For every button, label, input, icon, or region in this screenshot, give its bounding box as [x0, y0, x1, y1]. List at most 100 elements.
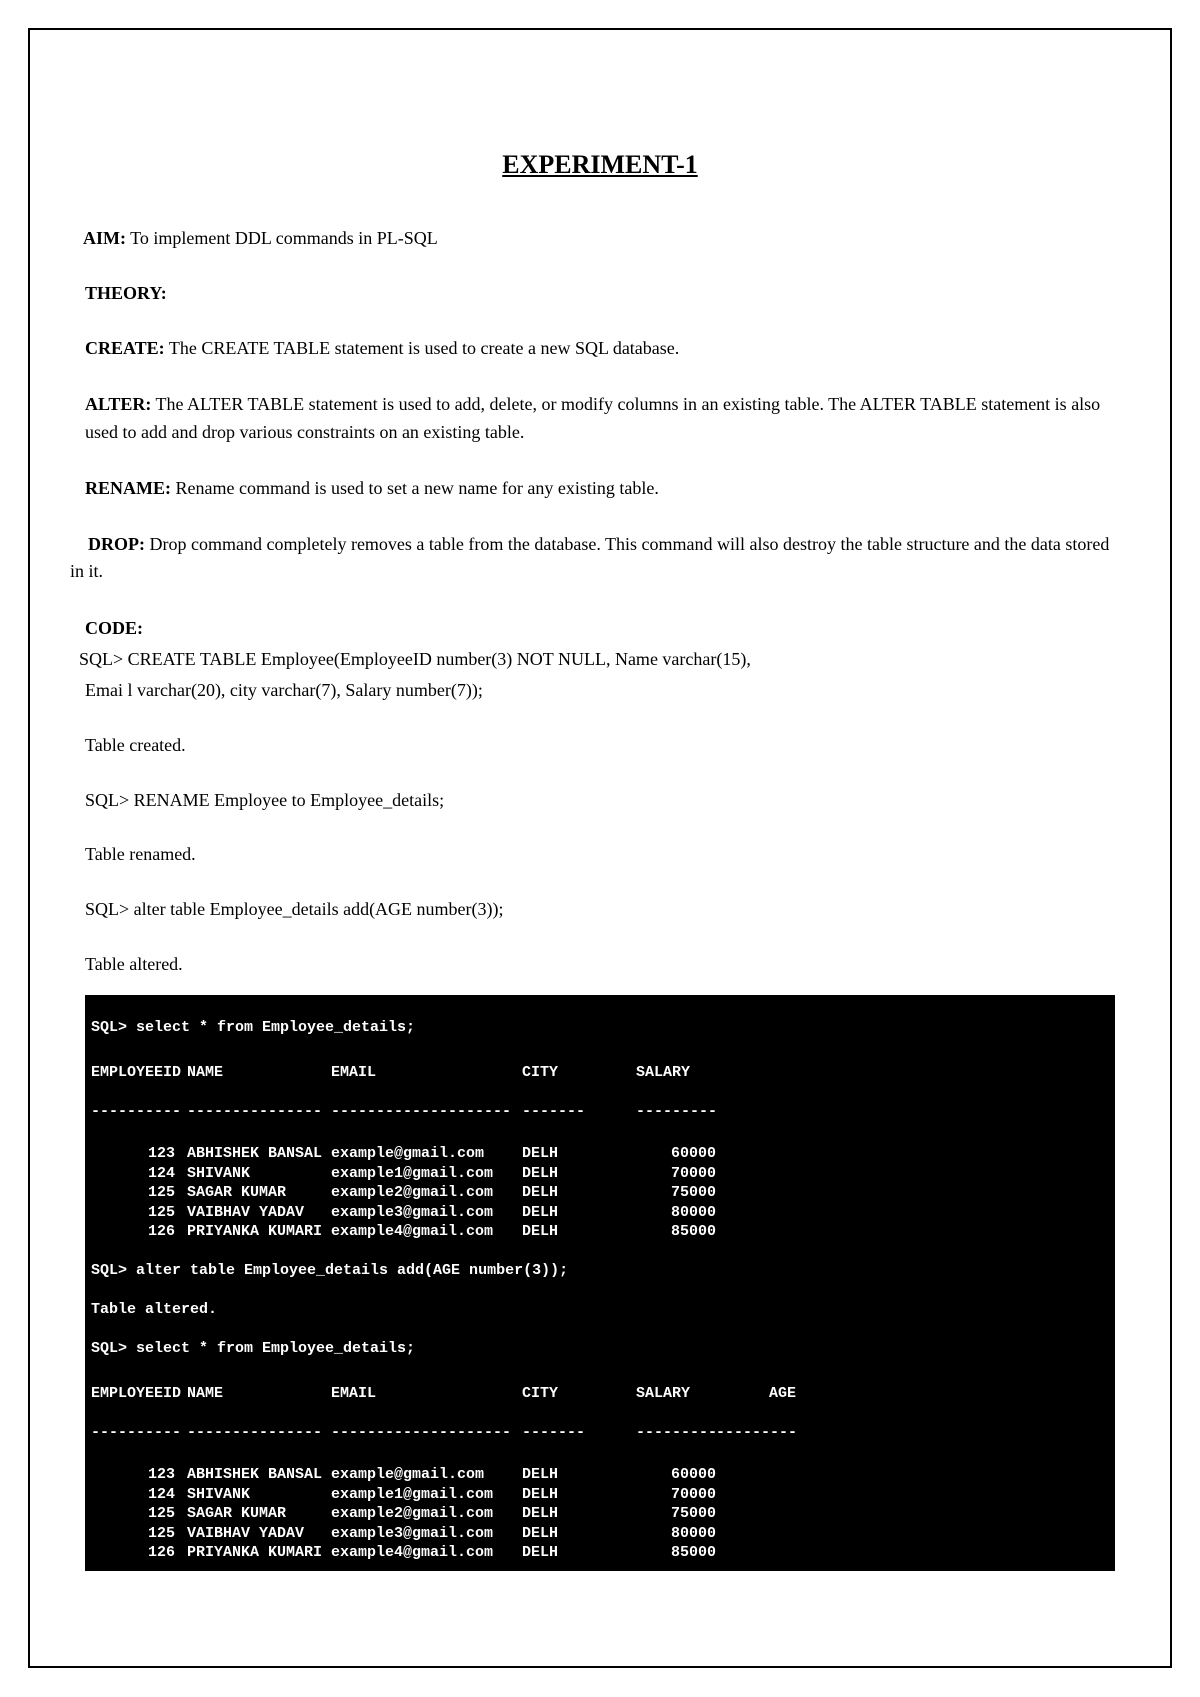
terminal-query: SQL> alter table Employee_details add(AG… [91, 1262, 568, 1279]
table-cell: example3@gmail.com [331, 1203, 516, 1223]
table-cell [716, 1504, 796, 1524]
table-cell: example@gmail.com [331, 1144, 516, 1164]
table-cell: VAIBHAV YADAV [181, 1203, 331, 1223]
table-cell: example1@gmail.com [331, 1164, 516, 1184]
table-cell: 70000 [606, 1164, 716, 1184]
table-row: 123ABHISHEK BANSALexample@gmail.comDELH6… [91, 1465, 1109, 1485]
table-cell: 125 [91, 1524, 181, 1544]
aim-text: To implement DDL commands in PL-SQL [126, 228, 438, 248]
code-section: CODE: SQL> CREATE TABLE Employee(Employe… [85, 614, 1115, 978]
table-row: 125SAGAR KUMARexample2@gmail.comDELH7500… [91, 1183, 1109, 1203]
table-cell: SAGAR KUMAR [181, 1504, 331, 1524]
table-cell: example2@gmail.com [331, 1183, 516, 1203]
table-cell: VAIBHAV YADAV [181, 1524, 331, 1544]
aim-section: AIM: To implement DDL commands in PL-SQL [83, 225, 1115, 252]
table-row: 124SHIVANKexample1@gmail.comDELH70000 [91, 1485, 1109, 1505]
table-cell: 123 [91, 1144, 181, 1164]
col-header-id: EMPLOYEEID [91, 1063, 181, 1083]
table-cell: PRIYANKA KUMARI [181, 1543, 331, 1563]
table-cell: example2@gmail.com [331, 1504, 516, 1524]
aim-label: AIM: [83, 228, 126, 248]
divider: -------------------- [331, 1423, 516, 1443]
divider: ---------- [91, 1423, 181, 1443]
table-cell: DELH [516, 1543, 606, 1563]
table-cell: 60000 [606, 1465, 716, 1485]
table-cell: ABHISHEK BANSAL [181, 1465, 331, 1485]
col-header-email: EMAIL [331, 1063, 516, 1083]
table-cell: DELH [516, 1524, 606, 1544]
table-cell: example1@gmail.com [331, 1485, 516, 1505]
table-cell: ABHISHEK BANSAL [181, 1144, 331, 1164]
table-cell: DELH [516, 1222, 606, 1242]
rename-section: RENAME: Rename command is used to set a … [85, 475, 1115, 503]
rename-text: Rename command is used to set a new name… [171, 478, 659, 498]
table-cell: 85000 [606, 1543, 716, 1563]
page-frame: EXPERIMENT-1 AIM: To implement DDL comma… [28, 28, 1172, 1668]
table-cell: example4@gmail.com [331, 1543, 516, 1563]
table-row: 125VAIBHAV YADAVexample3@gmail.comDELH80… [91, 1524, 1109, 1544]
rename-label: RENAME: [85, 478, 171, 498]
table-row: 125SAGAR KUMARexample2@gmail.comDELH7500… [91, 1504, 1109, 1524]
create-section: CREATE: The CREATE TABLE statement is us… [85, 335, 1115, 363]
table-cell: example@gmail.com [331, 1465, 516, 1485]
table-row: 126PRIYANKA KUMARIexample4@gmail.comDELH… [91, 1543, 1109, 1563]
table-cell: 60000 [606, 1144, 716, 1164]
alter-label: ALTER: [85, 394, 151, 414]
code-line: Table altered. [85, 950, 1115, 979]
col-header-age: AGE [716, 1384, 796, 1404]
create-text: The CREATE TABLE statement is used to cr… [165, 338, 680, 358]
table-cell [716, 1485, 796, 1505]
table-cell: 75000 [606, 1183, 716, 1203]
col-header-email: EMAIL [331, 1384, 516, 1404]
divider: -------------------- [331, 1102, 516, 1122]
table-cell: SHIVANK [181, 1485, 331, 1505]
code-label: CODE: [85, 618, 143, 638]
table-cell: 80000 [606, 1524, 716, 1544]
code-line: Emai l varchar(20), city varchar(7), Sal… [85, 676, 1115, 705]
terminal-query: SQL> select * from Employee_details; [91, 1019, 415, 1036]
table-cell: 126 [91, 1222, 181, 1242]
table-cell: 124 [91, 1485, 181, 1505]
table-cell: 125 [91, 1203, 181, 1223]
table-cell: example3@gmail.com [331, 1524, 516, 1544]
divider: ---------- [716, 1423, 796, 1443]
page-title: EXPERIMENT-1 [75, 150, 1125, 180]
terminal-output: SQL> select * from Employee_details; EMP… [85, 995, 1115, 1571]
table-cell: 123 [91, 1465, 181, 1485]
divider: ------- [516, 1102, 606, 1122]
theory-heading: THEORY: [85, 280, 1115, 307]
alter-section: ALTER: The ALTER TABLE statement is used… [85, 391, 1115, 447]
terminal-response: Table altered. [91, 1301, 217, 1318]
col-header-id: EMPLOYEEID [91, 1384, 181, 1404]
drop-section: DROP: Drop command completely removes a … [70, 531, 1115, 587]
table-cell: 125 [91, 1504, 181, 1524]
table-cell: 124 [91, 1164, 181, 1184]
alter-text: The ALTER TABLE statement is used to add… [85, 394, 1100, 442]
create-label: CREATE: [85, 338, 165, 358]
table-cell: DELH [516, 1203, 606, 1223]
divider: ---------- [606, 1102, 716, 1122]
table-cell: 70000 [606, 1485, 716, 1505]
table-cell: DELH [516, 1144, 606, 1164]
code-line: SQL> CREATE TABLE Employee(EmployeeID nu… [79, 645, 1115, 674]
table-cell: DELH [516, 1504, 606, 1524]
drop-text: Drop command completely removes a table … [70, 534, 1109, 582]
table-cell: 80000 [606, 1203, 716, 1223]
table-cell: 125 [91, 1183, 181, 1203]
col-header-salary: SALARY [606, 1063, 716, 1083]
col-header-city: CITY [516, 1384, 606, 1404]
code-line: SQL> RENAME Employee to Employee_details… [85, 786, 1115, 815]
table-cell: example4@gmail.com [331, 1222, 516, 1242]
table-cell: SAGAR KUMAR [181, 1183, 331, 1203]
table-cell: PRIYANKA KUMARI [181, 1222, 331, 1242]
drop-label: DROP: [88, 534, 145, 554]
divider: ---------- [91, 1102, 181, 1122]
table-row: 124SHIVANKexample1@gmail.comDELH70000 [91, 1164, 1109, 1184]
table-cell: DELH [516, 1183, 606, 1203]
table-cell: 126 [91, 1543, 181, 1563]
col-header-salary: SALARY [606, 1384, 716, 1404]
table-cell [716, 1524, 796, 1544]
divider: ------- [516, 1423, 606, 1443]
table-cell: SHIVANK [181, 1164, 331, 1184]
table-cell: DELH [516, 1465, 606, 1485]
